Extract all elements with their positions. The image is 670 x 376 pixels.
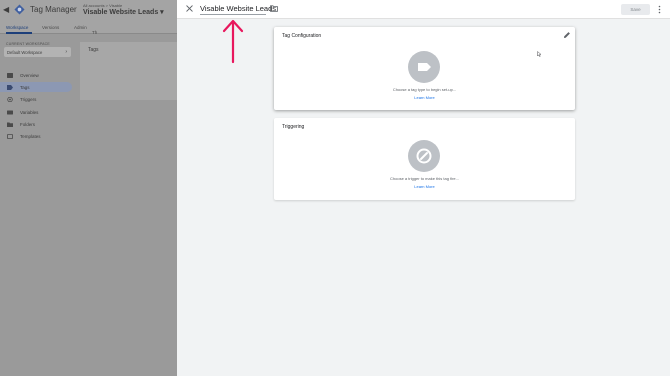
triggering-card[interactable]: Triggering Choose a trigger to make this…: [274, 118, 575, 200]
chevron-right-icon: ›: [65, 49, 67, 55]
title-underline: [200, 14, 266, 15]
close-icon[interactable]: [185, 4, 194, 13]
tag-configuration-card[interactable]: Tag Configuration Choose a tag type to b…: [274, 27, 575, 110]
sidebar-item-label: Tags: [20, 84, 30, 90]
overview-icon: [7, 72, 13, 78]
sidebar-item-label: Overview: [20, 72, 39, 78]
sidebar-item-tags[interactable]: Tags: [0, 82, 72, 92]
variables-icon: [7, 110, 13, 114]
sidebar: CURRENT WORKSPACE Default Workspace › Ov…: [0, 35, 78, 376]
sidebar-item-label: Variables: [20, 109, 39, 115]
sidebar-item-label: Folders: [20, 121, 36, 127]
workspace-value: Default Workspace: [7, 50, 43, 55]
tab-admin[interactable]: Admin: [74, 25, 87, 30]
learn-more-link[interactable]: Learn More: [274, 184, 575, 189]
trigger-icon: [7, 96, 13, 102]
learn-more-link[interactable]: Learn More: [274, 95, 575, 100]
card-title: Triggering: [282, 124, 305, 130]
card-title: Tag Configuration: [282, 33, 322, 39]
tab-workspace[interactable]: Workspace: [6, 25, 28, 30]
folder-icon[interactable]: [270, 5, 278, 12]
tags-content-card: Tags: [80, 42, 180, 100]
trigger-placeholder[interactable]: [408, 140, 440, 172]
card-hint: Choose a trigger to make this tag fire..…: [390, 176, 459, 181]
app-name: Tag Manager: [30, 5, 77, 14]
active-tab-indicator: [6, 32, 32, 34]
more-vert-icon[interactable]: [657, 4, 662, 15]
tag-icon: [7, 84, 13, 90]
sidebar-item-triggers[interactable]: Triggers: [0, 94, 72, 104]
arrow-up-icon: [222, 19, 244, 64]
save-button[interactable]: Save: [621, 4, 650, 15]
tag-editor-panel: Visable Website Leads Save Tag Configura…: [177, 0, 670, 376]
sidebar-item-overview[interactable]: Overview: [0, 70, 72, 80]
card-hint: Choose a tag type to begin set-up...: [392, 87, 457, 92]
tag-name-input[interactable]: Visable Website Leads: [200, 4, 276, 13]
content-title: Tags: [88, 47, 99, 53]
workspace-selector[interactable]: Default Workspace ›: [4, 47, 71, 57]
sidebar-item-label: Triggers: [20, 96, 37, 102]
folder-icon: [7, 122, 13, 127]
sidebar-item-variables[interactable]: Variables: [0, 107, 72, 117]
tag-type-placeholder[interactable]: [408, 51, 440, 83]
pencil-icon[interactable]: [563, 31, 571, 39]
sidebar-item-templates[interactable]: Templates: [0, 131, 72, 141]
content-text-fragment: Th: [92, 30, 98, 35]
templates-icon: [7, 133, 13, 139]
tab-versions[interactable]: Versions: [42, 25, 59, 30]
back-arrow-icon[interactable]: ◀: [3, 5, 9, 14]
panel-header: Visable Website Leads Save: [177, 0, 670, 19]
sidebar-item-folders[interactable]: Folders: [0, 119, 72, 129]
tag-icon: [418, 63, 431, 71]
trigger-icon: [416, 148, 432, 164]
sidebar-item-label: Templates: [20, 133, 41, 139]
mouse-cursor-icon: [537, 51, 542, 57]
workspace-label: CURRENT WORKSPACE: [6, 42, 50, 46]
container-selector[interactable]: Visable Website Leads ▾: [83, 8, 164, 16]
tag-manager-logo-icon: [14, 4, 25, 15]
